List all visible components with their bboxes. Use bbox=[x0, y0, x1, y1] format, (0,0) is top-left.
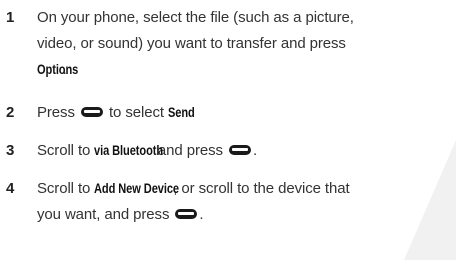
step-text-line: Press to select Send. bbox=[37, 100, 449, 126]
menu-term-send: Send bbox=[168, 105, 195, 120]
step-text-line: Scroll to via Bluetooth and press . bbox=[37, 138, 449, 164]
step-text-line: Scroll to Add New Device, or scroll to t… bbox=[37, 176, 449, 202]
center-select-key-icon bbox=[228, 145, 251, 156]
step-text-line: video, or sound) you want to transfer an… bbox=[37, 35, 346, 52]
step-number: 4 bbox=[6, 180, 15, 197]
step-text-line: On your phone, select the file (such as … bbox=[37, 9, 354, 26]
step-text-line: Options. bbox=[37, 57, 449, 83]
menu-term-add-new-device: Add New Device bbox=[94, 181, 180, 196]
step-text-line: you want, and press . bbox=[37, 206, 204, 223]
step-number: 1 bbox=[6, 9, 15, 26]
center-select-key-icon bbox=[80, 107, 103, 118]
center-select-key-icon bbox=[175, 209, 198, 220]
step-number: 3 bbox=[6, 142, 15, 159]
menu-term-via-bluetooth: via Bluetooth bbox=[94, 143, 164, 158]
menu-term-options: Options bbox=[37, 62, 79, 77]
step-number: 2 bbox=[6, 104, 15, 121]
